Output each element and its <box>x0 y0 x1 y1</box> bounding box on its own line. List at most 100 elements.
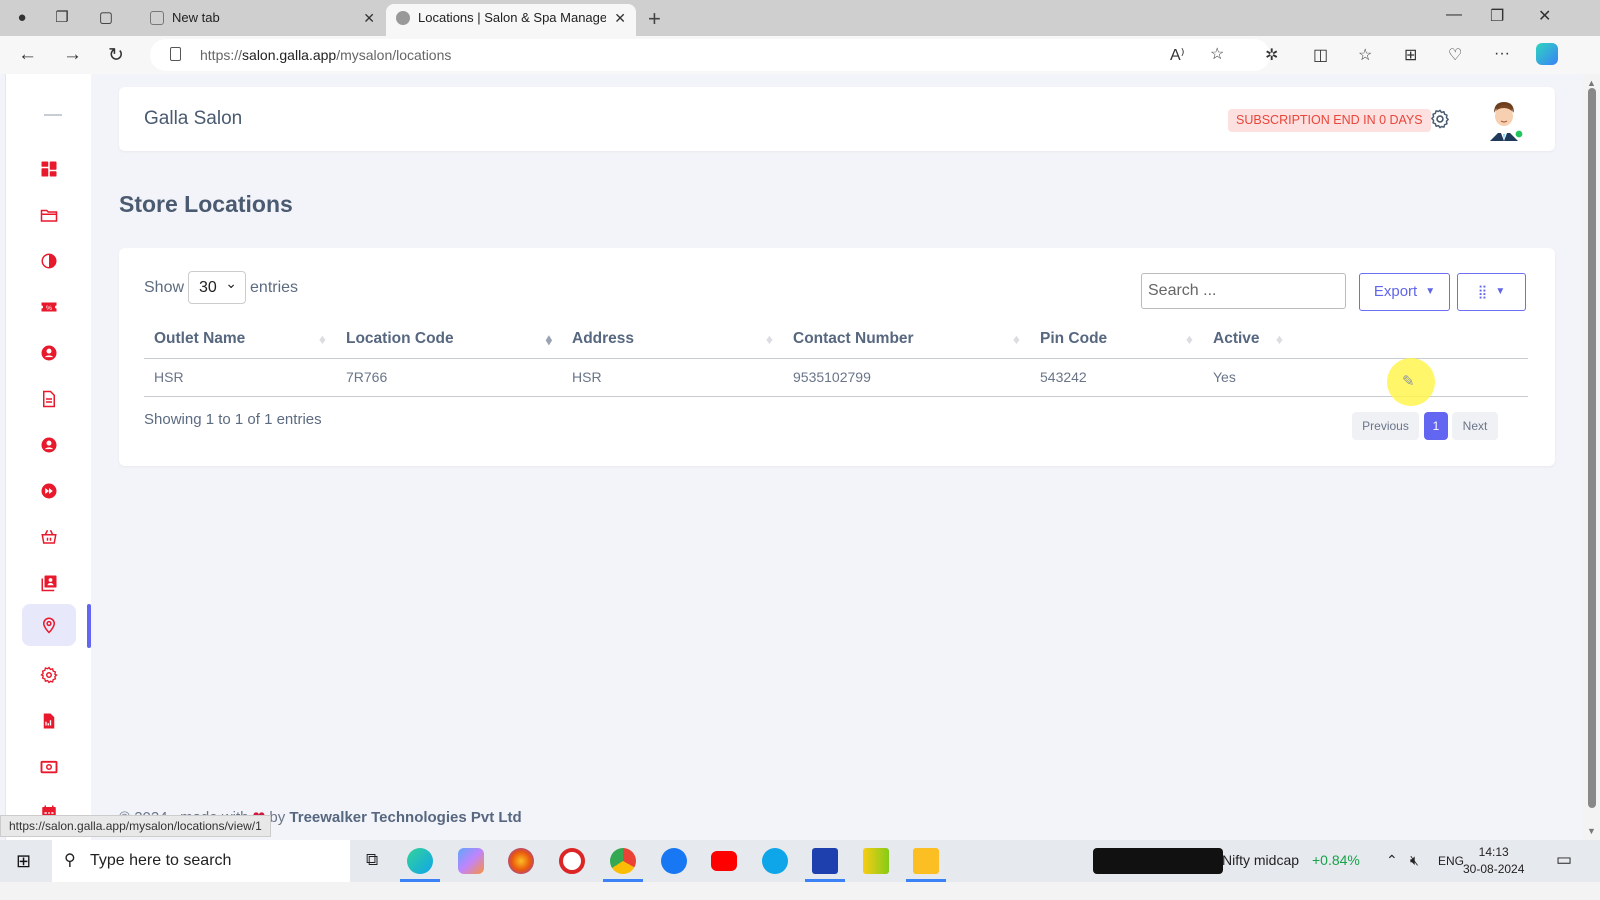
taskbar-clock[interactable]: 14:13 30-08-2024 <box>1463 844 1524 878</box>
recorder-taskbar-icon[interactable] <box>559 848 585 874</box>
sidebar-item-contacts[interactable] <box>22 562 76 604</box>
sort-icon[interactable]: ♦ <box>1013 331 1020 347</box>
column-header[interactable]: Contact Number ♦ <box>783 320 1030 359</box>
sidebar-item-location-pin[interactable] <box>22 604 76 646</box>
minimize-icon[interactable]: — <box>1446 6 1462 24</box>
sidebar-toggle[interactable] <box>44 114 62 116</box>
sidebar-item-user-circle[interactable] <box>22 332 76 374</box>
split-screen-icon[interactable]: ◫ <box>1313 45 1328 65</box>
pagination-previous[interactable]: Previous <box>1352 412 1419 440</box>
search-input[interactable]: Search ... <box>1141 273 1346 309</box>
column-header[interactable] <box>1403 320 1528 359</box>
sidebar-item-fast-forward[interactable] <box>22 470 76 512</box>
capture-toolbar[interactable] <box>1093 848 1223 874</box>
search-icon: ⚲ <box>64 852 76 869</box>
notifications-icon[interactable]: ▭ <box>1556 850 1572 870</box>
app-taskbar-icon[interactable] <box>863 848 889 874</box>
read-aloud-icon[interactable]: A⁾ <box>1170 45 1185 65</box>
sort-icon[interactable]: ♦ <box>319 331 326 347</box>
footer-company-link[interactable]: Treewalker Technologies Pvt Ltd <box>289 809 521 826</box>
column-header[interactable]: Outlet Name ♦ <box>144 320 336 359</box>
sort-icon[interactable]: ♦ <box>1186 331 1193 347</box>
sidebar-item-discount-ticket[interactable]: % <box>22 286 76 328</box>
sidebar-item-contrast[interactable] <box>22 240 76 282</box>
sidebar-item-user-circle[interactable] <box>22 424 76 466</box>
youtube-taskbar-icon[interactable] <box>711 851 737 871</box>
sidebar-item-settings[interactable] <box>22 654 76 696</box>
refresh-icon[interactable]: ↻ <box>108 44 124 67</box>
sort-icon[interactable]: ♦ <box>766 331 773 347</box>
copilot-taskbar-icon[interactable] <box>458 848 484 874</box>
table-row[interactable]: HSR 7R766 HSR 9535102799 543242 Yes <box>144 358 1528 397</box>
browser-essentials-icon[interactable]: ♡ <box>1448 45 1462 65</box>
more-menu-icon[interactable]: ··· <box>1494 45 1510 63</box>
volume-muted-icon[interactable]: 🔇︎ <box>1410 852 1419 869</box>
scroll-up-icon[interactable]: ▲ <box>1587 78 1596 88</box>
column-header[interactable]: Pin Code ♦ <box>1030 320 1203 359</box>
column-visibility-button[interactable]: ⣿ ▼ <box>1457 273 1526 311</box>
edit-pencil-icon[interactable]: ✎ <box>1402 372 1415 390</box>
page-length-select[interactable]: 30 <box>188 268 247 304</box>
sidebar-item-report[interactable] <box>22 700 76 742</box>
show-hidden-icons[interactable]: ⌃ <box>1386 852 1398 869</box>
report-icon <box>43 713 55 729</box>
forward-icon[interactable]: → <box>63 44 82 66</box>
sort-icon[interactable]: ♦ <box>1276 331 1283 347</box>
file-explorer-taskbar-icon[interactable] <box>913 848 939 874</box>
workspaces-icon[interactable]: ❐ <box>52 8 72 28</box>
sidebar-item-document[interactable] <box>22 378 76 420</box>
new-tab-button[interactable]: + <box>648 6 661 32</box>
cash-icon <box>40 760 58 774</box>
scrollbar-thumb[interactable] <box>1588 88 1596 808</box>
pagination-page-1[interactable]: 1 <box>1424 412 1448 440</box>
store-taskbar-icon[interactable] <box>812 848 838 874</box>
export-button[interactable]: Export ▼ <box>1359 273 1450 311</box>
page-scrollbar[interactable]: ▲ ▼ <box>1583 74 1600 840</box>
dashboard-icon <box>41 161 57 177</box>
url-text[interactable]: https://salon.galla.app/mysalon/location… <box>200 47 451 63</box>
windows-start-icon[interactable]: ⊞ <box>16 851 31 872</box>
collections-icon[interactable]: ⊞ <box>1404 45 1417 65</box>
column-header[interactable]: Location Code ⬧ <box>336 320 562 359</box>
sort-icon[interactable]: ⬧ <box>546 331 552 348</box>
windows-taskbar: ⊞ ⚲ Type here to search ⧉ Nifty midcap +… <box>0 840 1600 882</box>
favorite-star-icon[interactable]: ☆ <box>1210 44 1224 64</box>
sidebar-item-dashboard[interactable] <box>22 148 76 190</box>
close-tab-icon[interactable]: ✕ <box>363 4 375 32</box>
browser-tab-strip: ● ❐ ▢ New tab ✕ Locations | Salon & Spa … <box>0 0 1600 36</box>
sidebar-item-cash[interactable] <box>22 746 76 788</box>
scroll-down-icon[interactable]: ▼ <box>1587 826 1596 836</box>
firefox-taskbar-icon[interactable] <box>508 848 534 874</box>
favorites-icon[interactable]: ☆ <box>1358 45 1372 65</box>
tab-actions-icon[interactable]: ▢ <box>96 8 116 28</box>
close-window-icon[interactable]: ✕ <box>1538 6 1551 26</box>
site-favicon <box>396 11 410 25</box>
sidebar-item-basket[interactable] <box>22 516 76 558</box>
caret-down-icon: ▼ <box>1425 286 1436 297</box>
chrome-taskbar-icon[interactable] <box>610 848 636 874</box>
extensions-icon[interactable]: ✲ <box>1265 45 1278 65</box>
lock-icon[interactable] <box>170 47 181 61</box>
profile-icon[interactable]: ● <box>12 8 32 28</box>
skype-taskbar-icon[interactable] <box>762 848 788 874</box>
column-header[interactable]: Active ♦ <box>1203 320 1403 359</box>
tab-locations[interactable]: Locations | Salon & Spa Management ✕ <box>386 4 636 36</box>
close-tab-icon[interactable]: ✕ <box>614 4 626 32</box>
tab-new-tab[interactable]: New tab ✕ <box>140 4 385 36</box>
new-tab-favicon <box>150 11 164 25</box>
pagination-next[interactable]: Next <box>1452 412 1498 440</box>
task-view-icon[interactable]: ⧉ <box>366 850 378 870</box>
user-avatar[interactable] <box>1484 99 1524 141</box>
facebook-taskbar-icon[interactable] <box>661 848 687 874</box>
copilot-icon[interactable] <box>1536 43 1558 65</box>
restore-icon[interactable]: ❐ <box>1490 6 1504 26</box>
taskbar-search-input[interactable]: ⚲ Type here to search <box>52 840 350 882</box>
edge-taskbar-icon[interactable] <box>407 848 433 874</box>
language-indicator[interactable]: ENG <box>1438 854 1464 868</box>
back-icon[interactable]: ← <box>18 44 37 66</box>
column-header[interactable]: Address ♦ <box>562 320 783 359</box>
sidebar-item-folder[interactable] <box>22 194 76 236</box>
footer-by: by <box>269 809 286 826</box>
address-bar[interactable]: https://salon.galla.app/mysalon/location… <box>150 39 1270 71</box>
settings-gear-icon[interactable] <box>1429 108 1451 130</box>
